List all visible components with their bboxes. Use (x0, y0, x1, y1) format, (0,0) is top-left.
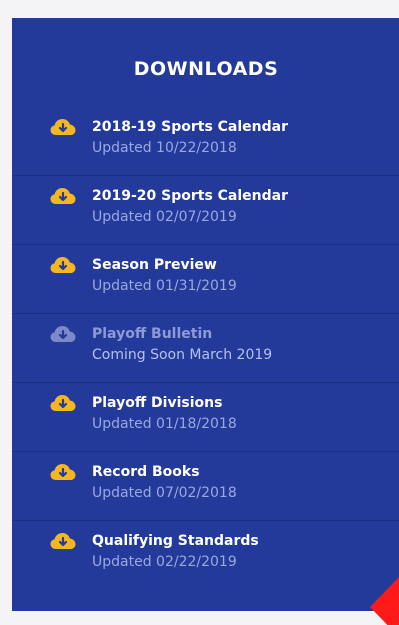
download-item-label: Playoff Bulletin (92, 326, 213, 342)
download-item[interactable]: Record Books Updated 07/02/2018 (12, 452, 399, 521)
download-item-status: Updated 01/18/2018 (92, 416, 237, 432)
download-item-status: Updated 07/02/2018 (92, 485, 237, 501)
download-item-status: Updated 02/22/2019 (92, 554, 237, 570)
cloud-download-icon (50, 463, 76, 481)
cloud-download-icon (50, 118, 76, 136)
download-item[interactable]: Season Preview Updated 01/31/2019 (12, 245, 399, 314)
download-item-status: Updated 02/07/2019 (92, 209, 237, 225)
cloud-download-icon (50, 256, 76, 274)
download-item[interactable]: 2019-20 Sports Calendar Updated 02/07/20… (12, 176, 399, 245)
cloud-download-icon (50, 325, 76, 343)
page: DOWNLOADS 2018-19 Sports Calendar Update… (0, 0, 399, 625)
download-item-disabled: Playoff Bulletin Coming Soon March 2019 (12, 314, 399, 383)
cloud-download-icon (50, 187, 76, 205)
download-item-label: 2018-19 Sports Calendar (92, 119, 289, 135)
download-item-label: Record Books (92, 464, 200, 480)
download-item[interactable]: Playoff Divisions Updated 01/18/2018 (12, 383, 399, 452)
cloud-download-icon (50, 394, 76, 412)
downloads-panel: DOWNLOADS 2018-19 Sports Calendar Update… (12, 18, 399, 611)
download-item-status: Updated 10/22/2018 (92, 140, 237, 156)
download-item-label: 2019-20 Sports Calendar (92, 188, 289, 204)
download-item-status: Updated 01/31/2019 (92, 278, 237, 294)
download-item-status: Coming Soon March 2019 (92, 347, 273, 363)
scroll-indicator-triangle[interactable] (370, 577, 399, 625)
cloud-download-icon (50, 532, 76, 550)
download-item-label: Qualifying Standards (92, 533, 259, 549)
download-item-label: Playoff Divisions (92, 395, 223, 411)
download-item[interactable]: 2018-19 Sports Calendar Updated 10/22/20… (12, 107, 399, 176)
download-item-label: Season Preview (92, 257, 217, 273)
download-item[interactable]: Qualifying Standards Updated 02/22/2019 (12, 521, 399, 590)
downloads-title: DOWNLOADS (133, 58, 279, 80)
downloads-list: 2018-19 Sports Calendar Updated 10/22/20… (12, 107, 399, 590)
